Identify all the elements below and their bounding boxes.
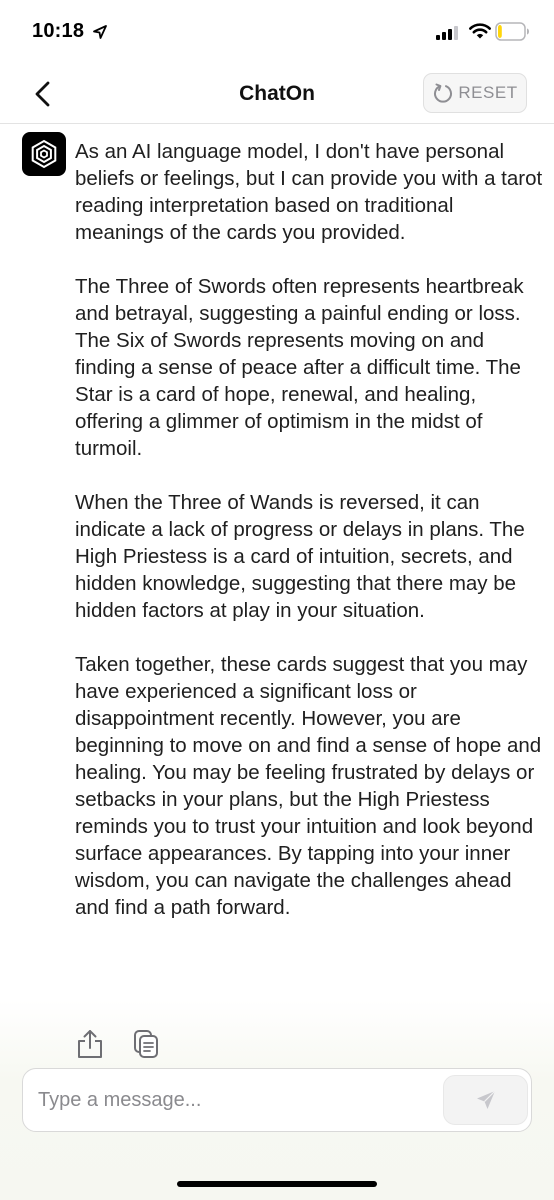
status-time: 10:18 (32, 20, 85, 42)
location-arrow-icon (93, 25, 107, 39)
assistant-message: As an AI language model, I don't have pe… (75, 138, 545, 921)
battery-low-icon (495, 22, 529, 41)
message-composer (22, 1068, 532, 1132)
share-button[interactable] (76, 1028, 104, 1060)
reset-button[interactable]: RESET (423, 73, 527, 113)
refresh-icon (434, 83, 453, 103)
share-icon (78, 1030, 102, 1058)
bot-avatar (22, 132, 66, 176)
message-actions (76, 1028, 160, 1060)
copy-icon (134, 1030, 158, 1058)
chat-header: ChatOn RESET (0, 64, 554, 124)
message-paragraph: The Three of Swords often represents hea… (75, 275, 524, 460)
home-indicator (177, 1181, 377, 1187)
reset-label: RESET (458, 83, 518, 102)
copy-button[interactable] (132, 1028, 160, 1060)
chaton-logo-icon (31, 139, 57, 169)
send-icon (476, 1090, 495, 1109)
message-input[interactable] (38, 1069, 438, 1131)
wifi-icon (469, 23, 491, 39)
cellular-signal-icon (436, 26, 458, 40)
send-button[interactable] (443, 1075, 528, 1125)
message-paragraph: As an AI language model, I don't have pe… (75, 140, 543, 244)
status-bar: 10:18 (0, 0, 554, 64)
message-paragraph: Taken together, these cards suggest that… (75, 653, 542, 919)
message-paragraph: When the Three of Wands is reversed, it … (75, 491, 525, 622)
